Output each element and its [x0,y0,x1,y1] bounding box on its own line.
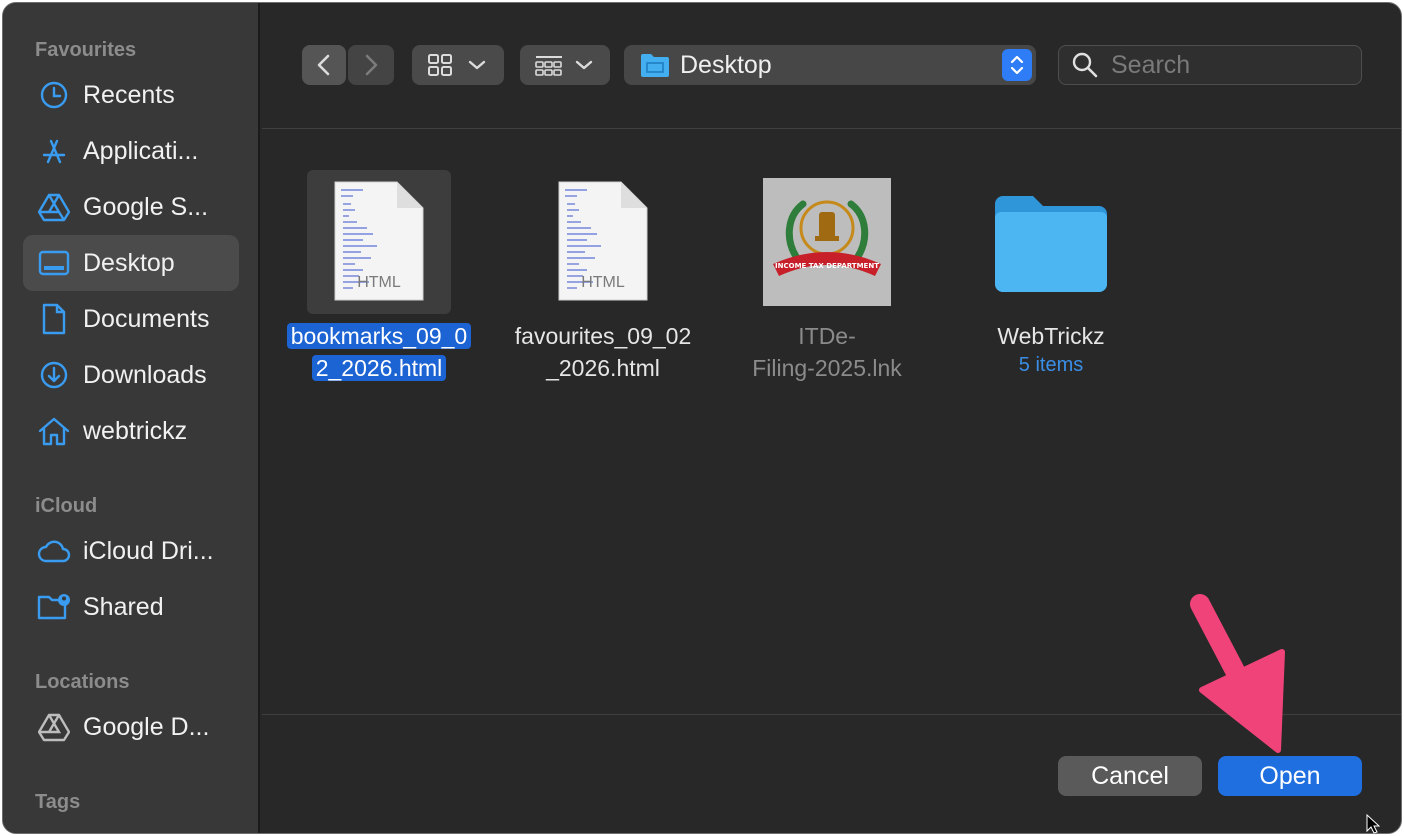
folder-item-webtrickz[interactable]: WebTrickz 5 items [936,170,1166,430]
sidebar-item-label: Documents [83,304,210,333]
chevron-down-icon [468,60,486,70]
shared-folder-icon [37,590,71,624]
search-placeholder: Search [1111,50,1191,79]
sidebar-item-downloads[interactable]: Downloads [23,347,239,403]
chevron-down-icon [575,60,593,70]
toolbar: Desktop Search [262,3,1401,129]
gallery-view-icon [535,56,562,76]
file-name: bookmarks_09_0 2_2026.html [264,320,494,384]
file-name-line: bookmarks_09_0 [286,323,472,349]
sidebar-item-applications[interactable]: Applicati... [23,123,239,179]
file-name-line: ITDe- [798,323,856,349]
download-icon [37,358,71,392]
search-icon [1072,52,1098,78]
file-name-line: Filing-2025.lnk [752,355,902,381]
back-button[interactable] [302,45,346,85]
sidebar-item-label: Google S... [83,192,209,221]
sidebar-item-label: Desktop [83,248,175,277]
seal-text: INCOME TAX DEPARTMENT [775,262,879,270]
desktop-icon [37,246,71,280]
icon-view-button[interactable] [412,45,504,85]
location-stepper[interactable] [1002,49,1032,81]
folder-icon [995,196,1107,292]
sidebar-item-google-d[interactable]: Google D... [23,699,239,755]
chevron-left-icon [317,54,330,76]
sidebar-item-shared[interactable]: Shared [23,579,239,635]
up-down-chevron-icon [1010,55,1024,75]
desktop-folder-icon [641,54,669,77]
sidebar-item-label: webtrickz [83,416,188,445]
sidebar: Favourites Recents Applicati... Google S… [3,3,260,833]
sidebar-section-locations: Locations [35,671,130,693]
sidebar-item-documents[interactable]: Documents [23,291,239,347]
folder-name-label: WebTrickz [997,323,1105,349]
grid-view-icon [428,54,452,76]
sidebar-section-tags: Tags [35,791,81,813]
income-tax-seal-icon: INCOME TAX DEPARTMENT [773,200,881,276]
file-name: favourites_09_02 _2026.html [488,320,718,384]
cloud-icon [37,534,71,568]
sidebar-section-icloud: iCloud [35,495,98,517]
sidebar-item-recents[interactable]: Recents [23,67,239,123]
folder-item-count: 5 items [1018,354,1084,376]
sidebar-section-favourites: Favourites [35,39,137,61]
sidebar-item-webtrickz[interactable]: webtrickz [23,403,239,459]
file-item-bookmarks[interactable]: HTML bookmarks_09_0 2_2026.html [264,170,494,430]
google-drive-icon [37,190,71,224]
file-item-itdefiling[interactable]: INCOME TAX DEPARTMENT ITDe- Filing-2025.… [712,170,942,430]
forward-button[interactable] [348,45,394,85]
sidebar-item-label: Downloads [83,360,207,389]
search-field[interactable]: Search [1058,45,1362,85]
file-item-favourites[interactable]: HTML favourites_09_02 _2026.html [488,170,718,430]
sidebar-item-label: Shared [83,592,164,621]
sidebar-item-desktop[interactable]: Desktop [23,235,239,291]
home-icon [37,414,71,448]
file-type-badge: HTML [357,274,401,291]
folder-name: WebTrickz [936,320,1166,352]
document-icon [37,302,71,336]
google-drive-icon [37,710,71,744]
sidebar-item-label: Applicati... [83,136,199,165]
open-button[interactable]: Open [1218,756,1362,796]
applications-icon [37,134,71,168]
group-view-button[interactable] [520,45,610,85]
file-type-badge: HTML [581,274,625,291]
mouse-cursor-icon [1366,814,1380,834]
clock-icon [37,78,71,112]
location-popup[interactable]: Desktop [624,45,1036,85]
sidebar-item-label: Google D... [83,712,210,741]
file-name-line: 2_2026.html [311,355,447,381]
file-name-line: favourites_09_02 [514,323,692,349]
file-name-line: _2026.html [546,355,660,381]
annotation-arrow-icon [1190,594,1285,753]
sidebar-item-google-s[interactable]: Google S... [23,179,239,235]
sidebar-item-icloud-drive[interactable]: iCloud Dri... [23,523,239,579]
location-label: Desktop [680,50,772,79]
sidebar-item-label: Recents [83,80,175,109]
sidebar-item-label: iCloud Dri... [83,536,214,565]
chevron-right-icon [365,54,378,76]
income-tax-logo-thumbnail: INCOME TAX DEPARTMENT [763,178,891,306]
cancel-button[interactable]: Cancel [1058,756,1202,796]
file-name: ITDe- Filing-2025.lnk [712,320,942,384]
